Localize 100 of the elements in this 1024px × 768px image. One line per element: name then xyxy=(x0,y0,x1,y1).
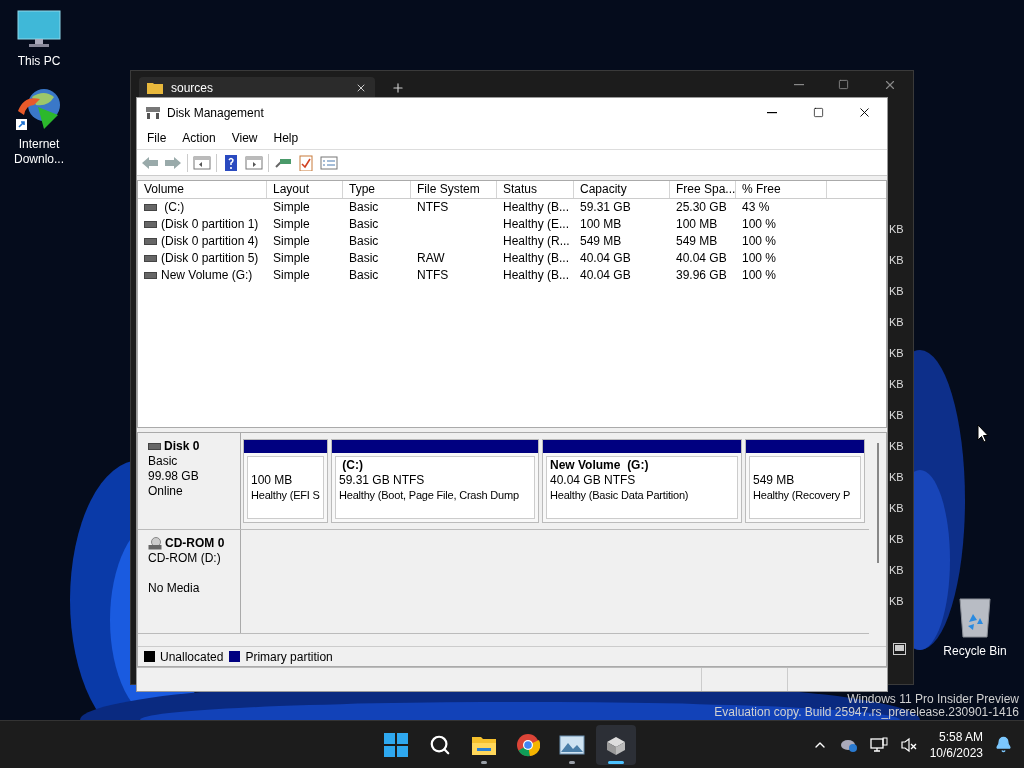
file-size-text: KB xyxy=(889,284,904,299)
checklist-icon[interactable] xyxy=(297,154,315,171)
file-size-text: KB xyxy=(889,377,904,392)
partition-block[interactable]: (C:) 59.31 GB NTFS Healthy (Boot, Page File, Crash Dump xyxy=(331,439,539,523)
drive-icon xyxy=(144,204,157,211)
file-size-text: KB xyxy=(889,501,904,516)
drive-icon xyxy=(144,221,157,228)
table-cell: Healthy (E... xyxy=(503,217,570,232)
table-cell: NTFS xyxy=(417,200,449,215)
table-cell: 100 MB xyxy=(580,217,622,232)
column-header[interactable]: Volume xyxy=(138,181,267,198)
menu-item[interactable]: View xyxy=(231,129,258,147)
scrollbar-thumb[interactable] xyxy=(876,443,879,563)
new-tab-icon[interactable] xyxy=(391,80,405,95)
partition-label: (C:) xyxy=(341,458,364,473)
maximize-icon[interactable] xyxy=(838,79,849,90)
partition-block[interactable]: 100 MB Healthy (EFI S xyxy=(243,439,328,523)
partition-status: Healthy (Recovery P xyxy=(753,488,852,503)
taskbar-app[interactable] xyxy=(595,724,636,765)
table-cell: Simple xyxy=(273,200,310,215)
table-cell: Basic xyxy=(349,268,379,283)
partition-block[interactable]: 549 MB Healthy (Recovery P xyxy=(745,439,865,523)
drive-icon xyxy=(144,238,157,245)
tab-title: sources xyxy=(171,81,215,94)
monitor-icon xyxy=(17,10,61,50)
column-header[interactable]: Layout xyxy=(267,181,343,198)
table-cell: Healthy (B... xyxy=(503,200,570,215)
table-cell: Basic xyxy=(349,200,379,215)
watermark-text: Evaluation copy. Build 25947.rs_prerelease.230901-1416 xyxy=(714,706,1019,719)
table-cell: Basic xyxy=(349,217,379,232)
menu-item[interactable]: File xyxy=(147,129,167,147)
watermark-text: Windows 11 Pro Insider Preview xyxy=(847,693,1019,706)
table-cell: Simple xyxy=(273,251,310,266)
mouse-pointer-icon xyxy=(977,424,989,443)
menu-item[interactable]: Action xyxy=(182,129,216,147)
clock-time[interactable]: 5:58 AM xyxy=(939,728,983,745)
drive-icon xyxy=(144,255,157,262)
column-header[interactable]: File System xyxy=(411,181,497,198)
table-cell: Simple xyxy=(273,234,310,249)
table-cell: RAW xyxy=(417,251,445,266)
table-cell: (Disk 0 partition 4) xyxy=(161,234,259,249)
table-cell: New Volume (G:) xyxy=(161,268,253,283)
table-cell: Healthy (R... xyxy=(503,234,570,249)
notification-bell-icon[interactable] xyxy=(995,736,1012,753)
table-cell: 40.04 GB xyxy=(676,251,727,266)
action-panel-icon[interactable] xyxy=(245,154,263,171)
partition-block[interactable]: New Volume (G:) 40.04 GB NTFS Healthy (Basic Data Partition) xyxy=(542,439,742,523)
legend-label: Primary partition xyxy=(245,648,333,666)
table-cell: 59.31 GB xyxy=(580,200,631,215)
table-cell: 100 % xyxy=(742,251,777,266)
file-size-text: KB xyxy=(889,222,904,237)
search-icon xyxy=(428,733,451,756)
folder-tab[interactable]: sources xyxy=(139,76,375,99)
column-header[interactable]: % Free xyxy=(736,181,827,198)
table-cell: Healthy (B... xyxy=(503,251,570,266)
minimize-icon[interactable] xyxy=(794,83,804,86)
table-cell: (Disk 0 partition 1) xyxy=(161,217,259,232)
clock-date[interactable]: 10/6/2023 xyxy=(929,744,983,761)
table-cell: 100 % xyxy=(742,234,777,249)
column-header[interactable]: Status xyxy=(497,181,574,198)
folder-icon xyxy=(147,81,163,94)
cloud-icon[interactable] xyxy=(839,737,858,752)
table-cell: 100 % xyxy=(742,268,777,283)
table-cell: 100 MB xyxy=(676,217,718,232)
desktop-icon-label[interactable]: This PC xyxy=(17,54,61,69)
table-cell: 100 % xyxy=(742,217,777,232)
partition-label: New Volume (G:) xyxy=(550,458,650,473)
table-cell: 39.96 GB xyxy=(676,268,727,283)
file-size-text: KB xyxy=(889,315,904,330)
table-cell: 43 % xyxy=(742,200,770,215)
partition-size: 40.04 GB NTFS xyxy=(550,473,637,488)
file-size-text: KB xyxy=(889,253,904,268)
partition-size: 59.31 GB NTFS xyxy=(339,473,426,488)
column-header[interactable]: Free Spa... xyxy=(670,181,736,198)
file-size-text: KB xyxy=(889,532,904,547)
table-cell: Basic xyxy=(349,234,379,249)
help-icon[interactable] xyxy=(222,154,240,171)
table-cell: Healthy (B... xyxy=(503,268,570,283)
panel-icon[interactable] xyxy=(893,643,906,655)
table-cell: 25.30 GB xyxy=(676,200,727,215)
tree-panel-icon[interactable] xyxy=(193,154,211,171)
minimize-icon xyxy=(767,111,777,114)
maximize-icon xyxy=(812,107,824,118)
desktop-icon-label[interactable]: Internet Downlo... xyxy=(0,137,78,167)
table-cell: 549 MB xyxy=(580,234,622,249)
partition-size: 549 MB xyxy=(753,473,796,488)
browser-icon xyxy=(515,732,540,757)
desktop-icon-label[interactable]: Recycle Bin xyxy=(943,642,1007,660)
window-title: Disk Management xyxy=(167,104,264,122)
photo-viewer-icon xyxy=(558,733,585,756)
column-header[interactable]: Type xyxy=(343,181,411,198)
file-size-text: KB xyxy=(889,594,904,609)
network-icon[interactable] xyxy=(869,736,888,753)
menu-item[interactable]: Help xyxy=(273,129,299,147)
file-size-text: KB xyxy=(889,408,904,423)
muted-speaker-icon[interactable] xyxy=(899,736,918,753)
column-header[interactable]: Capacity xyxy=(574,181,670,198)
table-cell-text: (C:) xyxy=(163,200,185,215)
windows-logo-icon xyxy=(383,732,408,757)
table-cell: NTFS xyxy=(417,268,449,283)
